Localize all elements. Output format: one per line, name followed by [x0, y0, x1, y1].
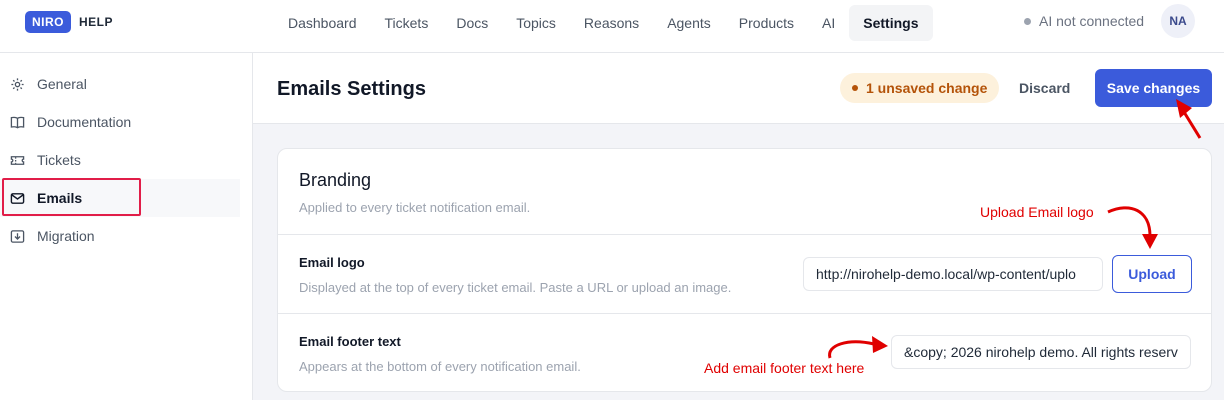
unsaved-badge: 1 unsaved change	[840, 73, 1000, 103]
nav-dashboard[interactable]: Dashboard	[274, 5, 371, 41]
email-footer-input[interactable]: &copy; 2026 nirohelp demo. All rights re…	[891, 335, 1191, 369]
brand-logo[interactable]: NIRO HELP	[25, 11, 113, 33]
page-title: Emails Settings	[277, 78, 426, 100]
sidebar-item-tickets[interactable]: Tickets	[0, 141, 240, 179]
brand-badge: NIRO	[25, 11, 71, 33]
email-logo-help: Displayed at the top of every ticket ema…	[299, 280, 732, 295]
annotation-footer-text: Add email footer text here	[704, 360, 865, 376]
nav-settings[interactable]: Settings	[849, 5, 933, 41]
save-button[interactable]: Save changes	[1095, 69, 1212, 107]
ai-status-text: AI not connected	[1039, 13, 1145, 29]
sidebar-item-label: Migration	[37, 228, 95, 244]
avatar[interactable]: NA	[1161, 4, 1195, 38]
gear-icon	[9, 76, 25, 92]
divider	[278, 313, 1211, 314]
unsaved-text: 1 unsaved change	[866, 80, 988, 96]
nav-topics[interactable]: Topics	[502, 5, 570, 41]
sidebar-item-label: Documentation	[37, 114, 132, 130]
email-logo-label: Email logo	[299, 255, 365, 270]
sidebar-item-documentation[interactable]: Documentation	[0, 103, 240, 141]
nav-tickets[interactable]: Tickets	[371, 5, 443, 41]
mail-icon	[9, 190, 25, 206]
nav-reasons[interactable]: Reasons	[570, 5, 653, 41]
unsaved-dot-icon	[852, 85, 858, 91]
brand-name: HELP	[79, 15, 114, 29]
sidebar-item-label: Emails	[37, 190, 83, 206]
ticket-icon	[9, 152, 25, 168]
book-icon	[9, 114, 25, 130]
ai-status: AI not connected	[1024, 13, 1144, 29]
sidebar-item-emails[interactable]: Emails	[0, 179, 240, 217]
sidebar-item-label: General	[37, 76, 87, 92]
section-subtitle: Applied to every ticket notification ema…	[299, 200, 531, 215]
upload-button[interactable]: Upload	[1112, 255, 1192, 293]
sidebar-item-general[interactable]: General	[0, 65, 240, 103]
divider	[278, 234, 1211, 235]
branding-card: Branding Applied to every ticket notific…	[277, 148, 1212, 392]
main-content: Emails Settings 1 unsaved change Discard…	[253, 53, 1224, 400]
discard-button[interactable]: Discard	[1007, 73, 1082, 103]
page-header: Emails Settings 1 unsaved change Discard…	[253, 53, 1224, 124]
sidebar: General Documentation Tickets Emails Mig…	[0, 53, 253, 400]
status-dot-icon	[1024, 17, 1031, 25]
sidebar-item-migration[interactable]: Migration	[0, 217, 240, 255]
nav-docs[interactable]: Docs	[442, 5, 502, 41]
nav-ai[interactable]: AI	[808, 5, 849, 41]
annotation-upload-logo: Upload Email logo	[980, 204, 1094, 220]
email-footer-label: Email footer text	[299, 334, 401, 349]
nav-agents[interactable]: Agents	[653, 5, 725, 41]
sidebar-item-label: Tickets	[37, 152, 81, 168]
email-logo-url-input[interactable]: http://nirohelp-demo.local/wp-content/up…	[803, 257, 1103, 291]
top-bar: NIRO HELP Dashboard Tickets Docs Topics …	[0, 0, 1224, 53]
main-nav: Dashboard Tickets Docs Topics Reasons Ag…	[274, 5, 933, 41]
section-title: Branding	[299, 170, 372, 190]
email-footer-help: Appears at the bottom of every notificat…	[299, 359, 581, 374]
nav-products[interactable]: Products	[725, 5, 808, 41]
download-icon	[9, 228, 25, 244]
